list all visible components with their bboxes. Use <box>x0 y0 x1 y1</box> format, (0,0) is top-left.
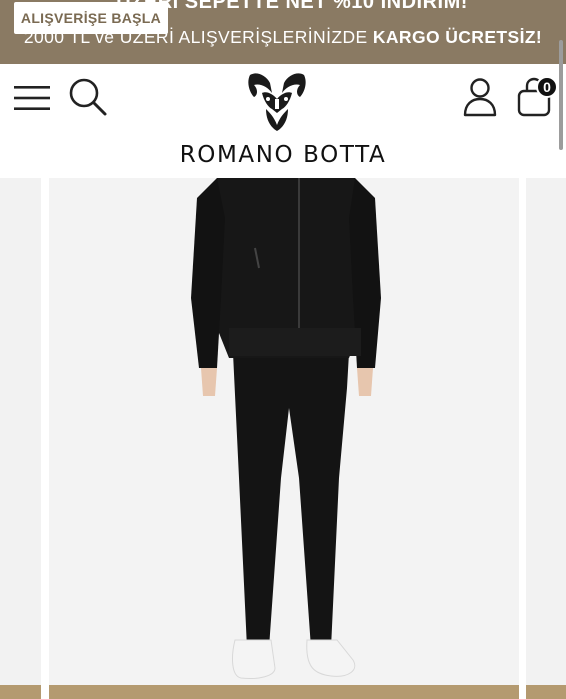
brand-name[interactable]: ROMANO BOTTA <box>0 142 566 168</box>
shipping-prefix: 2000 TL ve ÜZERİ ALIŞVERİŞLERİNİZDE <box>23 27 368 47</box>
promo-banner: ...ÜZERİ SEPETTE NET %10 İNDİRİM! ALIŞVE… <box>0 0 566 64</box>
slide-accent-bar <box>526 685 566 699</box>
next-slide[interactable] <box>526 178 566 699</box>
product-image[interactable] <box>49 178 519 699</box>
page-scrollbar[interactable] <box>559 40 563 150</box>
hamburger-menu-icon[interactable] <box>14 85 50 111</box>
cart-count-badge: 0 <box>536 76 558 98</box>
user-icon[interactable] <box>462 77 498 117</box>
brand-logo-emblem[interactable] <box>244 69 310 135</box>
site-header: ROMANO BOTTA 0 <box>0 64 566 178</box>
shipping-bold: KARGO ÜCRETSİZ! <box>372 27 543 47</box>
product-image-carousel[interactable] <box>0 178 566 699</box>
free-shipping-text: 2000 TL ve ÜZERİ ALIŞVERİŞLERİNİZDE KARG… <box>0 27 566 48</box>
product-accent-bar <box>49 685 519 699</box>
slide-accent-bar <box>0 685 41 699</box>
previous-slide[interactable] <box>0 178 41 699</box>
search-icon[interactable] <box>68 77 108 117</box>
model-figure <box>191 178 381 679</box>
